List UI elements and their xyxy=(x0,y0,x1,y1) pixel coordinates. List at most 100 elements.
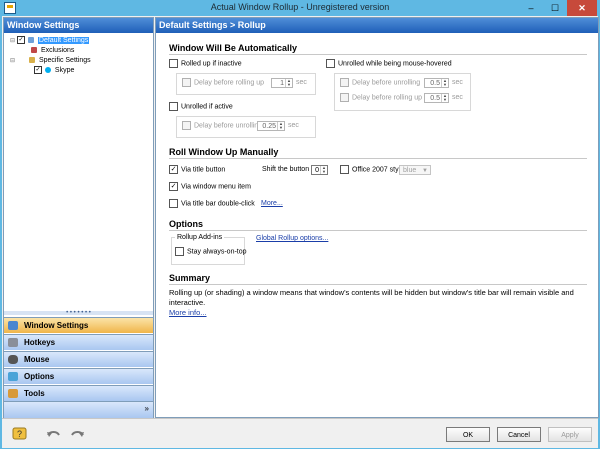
nav-mouse[interactable]: Mouse xyxy=(4,351,153,367)
hover-delay-unrolling-option[interactable]: Delay before unrolling xyxy=(340,78,420,88)
style-select[interactable]: blue ▼ xyxy=(399,165,431,175)
unrolled-hovered-checkbox[interactable] xyxy=(326,59,335,68)
tools-icon xyxy=(8,389,18,398)
mouse-icon xyxy=(8,355,18,364)
unrolled-active-option[interactable]: Unrolled if active xyxy=(169,102,233,112)
tree-checkbox[interactable]: ✓ xyxy=(16,36,25,45)
option-label: Via window menu item xyxy=(181,183,251,191)
nav-label: Mouse xyxy=(24,355,50,364)
unit-label: sec xyxy=(452,79,463,86)
maximize-button[interactable]: ☐ xyxy=(543,0,567,16)
redo-icon[interactable] xyxy=(70,427,85,440)
tree-checkbox[interactable]: ✓ xyxy=(34,66,42,75)
close-button[interactable]: ✕ xyxy=(567,0,597,16)
delay-rolling-up-spinner[interactable]: 1 ▲ ▼ xyxy=(271,78,293,88)
shift-button-label: Shift the button xyxy=(262,166,310,173)
expand-nav-icon[interactable]: » xyxy=(145,404,149,413)
hover-delay-unrolling-checkbox[interactable] xyxy=(340,78,349,87)
tree-item-label: Specific Settings xyxy=(38,57,91,64)
stay-on-top-checkbox[interactable] xyxy=(175,247,184,256)
tree-item-skype[interactable]: ✓ Skype xyxy=(34,66,74,76)
hover-delay-unrolling-spinner[interactable]: 0.5 ▲ ▼ xyxy=(424,78,449,88)
shift-button-spinner[interactable]: 0 ▲ ▼ xyxy=(311,165,328,175)
delay-unrolling-spinner[interactable]: 0.25 ▲ ▼ xyxy=(257,121,285,131)
unit-label: sec xyxy=(296,79,307,86)
unrolled-active-checkbox[interactable] xyxy=(169,102,178,111)
nav-options[interactable]: Options xyxy=(4,368,153,384)
hover-delay-rolling-up-checkbox[interactable] xyxy=(340,93,349,102)
via-title-button-checkbox[interactable]: ✓ xyxy=(169,165,178,174)
option-label: Stay always-on-top xyxy=(187,248,247,256)
tree-item-specific-settings[interactable]: ⊟ Specific Settings xyxy=(10,56,91,66)
client-area: Window Settings ⊟ ✓ Default Settings Exc… xyxy=(2,16,599,448)
via-double-click-checkbox[interactable] xyxy=(169,199,178,208)
help-icon[interactable]: ? xyxy=(12,427,27,440)
delay-unrolling-checkbox[interactable] xyxy=(182,121,191,130)
unrolled-hovered-option[interactable]: Unrolled while being mouse-hovered xyxy=(326,59,452,69)
undo-icon[interactable] xyxy=(46,427,61,440)
delay-rolling-up-option[interactable]: Delay before rolling up xyxy=(182,78,264,88)
via-double-click-option[interactable]: Via title bar double-click xyxy=(169,199,255,209)
nav-hotkeys[interactable]: Hotkeys xyxy=(4,334,153,350)
via-menu-item-option[interactable]: ✓ Via window menu item xyxy=(169,182,251,192)
nav-tools[interactable]: Tools xyxy=(4,385,153,401)
via-title-button-option[interactable]: ✓ Via title button xyxy=(169,165,225,175)
option-label: Office 2007 style xyxy=(352,166,405,174)
unit-label: sec xyxy=(288,122,299,129)
settings-icon xyxy=(27,37,34,44)
hover-delay-rolling-up-spinner[interactable]: 0.5 ▲ ▼ xyxy=(424,93,449,103)
keyboard-icon xyxy=(8,338,18,347)
spinner-arrows-icon[interactable]: ▲ ▼ xyxy=(285,79,292,87)
tree-item-label: Default Settings xyxy=(37,37,90,44)
delay-rolling-up-checkbox[interactable] xyxy=(182,78,191,87)
rolled-up-inactive-option[interactable]: Rolled up if inactive xyxy=(169,59,242,69)
office-style-option[interactable]: Office 2007 style xyxy=(340,165,404,175)
delay-unrolling-option[interactable]: Delay before unrolling xyxy=(182,121,262,131)
section-divider xyxy=(169,284,587,285)
options-icon xyxy=(8,372,18,381)
tree-item-default-settings[interactable]: ⊟ ✓ Default Settings xyxy=(10,36,90,46)
office-style-checkbox[interactable] xyxy=(340,165,349,174)
via-menu-item-checkbox[interactable]: ✓ xyxy=(169,182,178,191)
rollup-addins-label: Rollup Add-ins xyxy=(175,233,225,243)
spinner-value: 0.25 xyxy=(262,123,276,130)
ok-button[interactable]: OK xyxy=(446,427,490,442)
option-label: Delay before rolling up xyxy=(194,79,265,87)
spinner-arrows-icon[interactable]: ▲ ▼ xyxy=(441,79,448,87)
spinner-arrows-icon[interactable]: ▲ ▼ xyxy=(441,94,448,102)
option-label: Delay before rolling up xyxy=(352,94,423,102)
option-label: Via title bar double-click xyxy=(181,200,255,208)
global-rollup-options-link[interactable]: Global Rollup options... xyxy=(256,234,328,244)
rolled-up-inactive-checkbox[interactable] xyxy=(169,59,178,68)
nav-label: Window Settings xyxy=(24,321,89,330)
more-info-link[interactable]: More info... xyxy=(169,308,207,318)
section-title-options: Options xyxy=(169,219,203,229)
minimize-button[interactable]: – xyxy=(519,0,543,16)
section-title-manual: Roll Window Up Manually xyxy=(169,147,279,157)
bottom-bar: ? OK Cancel Apply xyxy=(2,418,598,448)
spinner-arrows-icon[interactable]: ▲ ▼ xyxy=(320,166,327,174)
unit-label: sec xyxy=(452,94,463,101)
option-label: Unrolled while being mouse-hovered xyxy=(338,60,452,68)
right-panel-header: Default Settings > Rollup xyxy=(156,18,598,33)
cancel-button[interactable]: Cancel xyxy=(497,427,541,442)
tree-item-label: Skype xyxy=(54,67,75,74)
apply-button[interactable]: Apply xyxy=(548,427,592,442)
nav-window-settings[interactable]: Window Settings xyxy=(4,317,153,333)
stay-on-top-option[interactable]: Stay always-on-top xyxy=(175,247,247,257)
window-title: Actual Window Rollup - Unregistered vers… xyxy=(210,2,390,12)
nav-label: Options xyxy=(24,372,55,381)
left-panel: Window Settings ⊟ ✓ Default Settings Exc… xyxy=(3,17,154,418)
more-link[interactable]: More... xyxy=(261,199,283,209)
tree-item-exclusions[interactable]: Exclusions xyxy=(31,46,74,56)
title-bar[interactable]: Actual Window Rollup - Unregistered vers… xyxy=(0,0,600,16)
section-divider xyxy=(169,230,587,231)
panel-splitter[interactable]: • • • • • • • xyxy=(4,310,153,316)
hover-delay-rolling-up-option[interactable]: Delay before rolling up xyxy=(340,93,422,103)
tree-toggle-icon[interactable]: ⊟ xyxy=(10,58,15,64)
folder-icon xyxy=(28,57,35,64)
tree-item-label: Exclusions xyxy=(40,47,75,54)
chevron-down-icon: ▼ xyxy=(422,168,428,174)
skype-icon xyxy=(44,67,51,74)
spinner-arrows-icon[interactable]: ▲ ▼ xyxy=(277,122,284,130)
